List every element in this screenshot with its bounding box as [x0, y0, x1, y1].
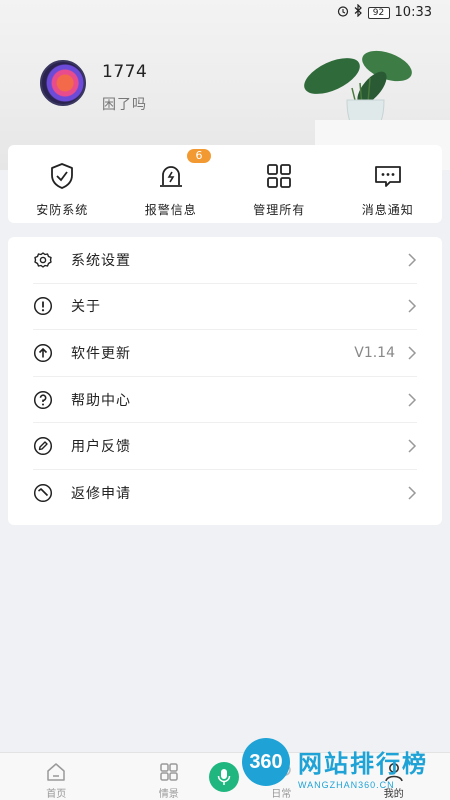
- tab-label: 情景: [158, 789, 179, 800]
- chevron-right-icon: [408, 393, 417, 407]
- scenes-grid-icon: [160, 763, 178, 781]
- user-icon: [384, 763, 403, 782]
- quick-action-security[interactable]: 安防系统: [8, 145, 117, 223]
- info-exclamation-icon: [33, 297, 53, 316]
- tab-daily[interactable]: 日常: [225, 753, 338, 800]
- settings-menu: 系统设置 关于 软件更新 V1.14 帮助中心 用户反馈 返修申请: [8, 237, 442, 525]
- menu-item-label: 软件更新: [71, 345, 131, 362]
- battery-indicator: 92: [367, 6, 390, 19]
- tab-label: 首页: [46, 789, 67, 800]
- quick-action-messages[interactable]: 消息通知: [334, 145, 443, 223]
- menu-item-label: 返修申请: [71, 486, 131, 503]
- quick-action-manage[interactable]: 管理所有: [225, 145, 334, 223]
- chevron-right-icon: [408, 439, 417, 453]
- microphone-icon: [217, 769, 231, 785]
- upload-arrow-icon: [33, 343, 53, 363]
- quick-action-label: 报警信息: [144, 203, 197, 217]
- user-name: 1774: [102, 62, 148, 82]
- gear-icon: [34, 252, 52, 268]
- user-profile[interactable]: 1774 困了吗: [40, 60, 147, 114]
- menu-item-feedback[interactable]: 用户反馈: [33, 423, 417, 470]
- chevron-right-icon: [408, 253, 417, 267]
- alarm-clock-icon: [337, 5, 349, 21]
- shield-check-icon: [51, 163, 74, 189]
- tab-home[interactable]: 首页: [0, 753, 113, 800]
- repair-icon: [33, 484, 53, 503]
- quick-action-label: 管理所有: [253, 203, 306, 217]
- tab-label: 我的: [383, 789, 404, 800]
- message-icon: [374, 166, 401, 187]
- chevron-right-icon: [408, 299, 417, 313]
- menu-item-software-update[interactable]: 软件更新 V1.14: [33, 330, 417, 377]
- avatar[interactable]: [40, 60, 86, 106]
- quick-actions-card: 安防系统 6 报警信息 管理所有 消息通知: [8, 145, 442, 223]
- menu-item-about[interactable]: 关于: [33, 284, 417, 331]
- menu-item-label: 系统设置: [71, 252, 131, 269]
- bluetooth-icon: [354, 3, 363, 21]
- tab-mine[interactable]: 我的: [338, 753, 450, 800]
- chevron-right-icon: [408, 486, 417, 500]
- status-time: 10:33: [394, 5, 432, 20]
- menu-item-label: 用户反馈: [71, 439, 131, 456]
- status-bar: 92 10:33: [0, 0, 450, 24]
- menu-item-repair-request[interactable]: 返修申请: [33, 470, 417, 517]
- menu-item-help-center[interactable]: 帮助中心: [33, 377, 417, 424]
- quick-action-alarms[interactable]: 6 报警信息: [117, 145, 226, 223]
- menu-item-label: 帮助中心: [71, 392, 131, 409]
- alarm-count-badge: 6: [187, 149, 212, 163]
- edit-pen-icon: [33, 437, 53, 456]
- home-icon: [47, 763, 65, 781]
- chevron-right-icon: [408, 346, 417, 360]
- user-status: 困了吗: [102, 97, 147, 113]
- quick-action-label: 消息通知: [361, 203, 414, 217]
- grid-icon: [267, 164, 292, 188]
- menu-item-system-settings[interactable]: 系统设置: [33, 237, 417, 284]
- voice-button[interactable]: [209, 762, 239, 792]
- alarm-bell-icon: [159, 166, 182, 187]
- software-version: V1.14: [354, 344, 395, 361]
- help-question-icon: [33, 390, 53, 409]
- daily-icon: [279, 764, 291, 776]
- tab-label: 日常: [271, 789, 292, 800]
- menu-item-label: 关于: [71, 299, 101, 316]
- quick-action-label: 安防系统: [36, 203, 89, 217]
